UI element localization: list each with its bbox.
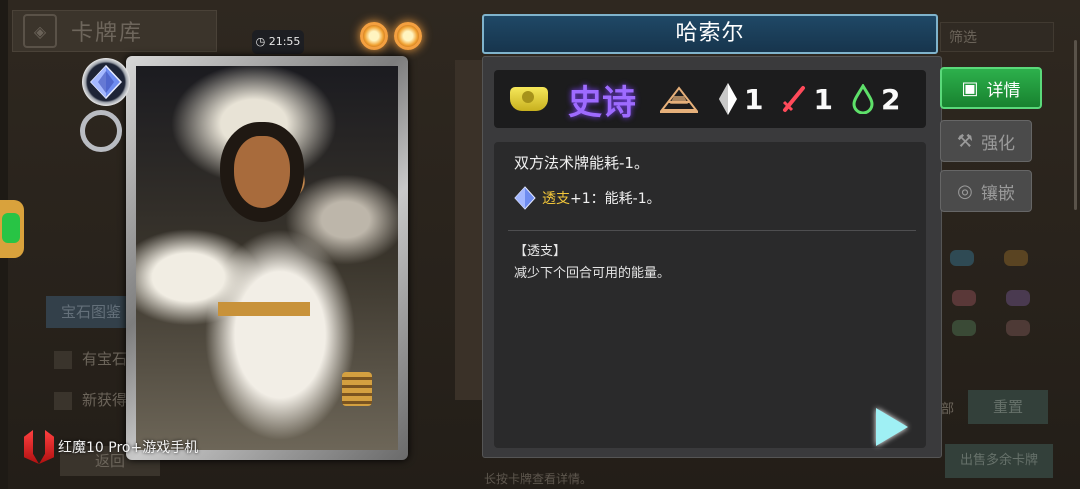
filter-type-icon[interactable] xyxy=(1006,290,1030,306)
enhance-label: 强化 xyxy=(981,133,1016,154)
floating-chat-button[interactable] xyxy=(0,200,24,258)
effect-text: 双方法术牌能耗-1。 xyxy=(514,154,649,172)
glossary-body: 减少下个回合可用的能量。 xyxy=(514,266,671,281)
library-title: 卡牌库 xyxy=(71,21,144,46)
gem-keyword: 透支 xyxy=(542,191,570,207)
detail-icon: ▣ xyxy=(961,77,979,99)
drop-icon xyxy=(852,84,874,114)
card-description: 双方法术牌能耗-1。 透支 +1：能耗-1。 【透支】 减少下个回合可用的能量。 xyxy=(494,142,926,448)
attack-stat: 1 xyxy=(781,82,833,116)
gem-icon xyxy=(90,65,122,99)
drop-stat: 2 xyxy=(851,83,900,116)
reset-button[interactable]: 重置 xyxy=(968,390,1048,424)
energy-orb-icon xyxy=(394,22,422,50)
inlay-button[interactable]: ◎ 镶嵌 xyxy=(940,170,1032,212)
glossary-title: 【透支】 xyxy=(514,244,567,259)
gem-slot-empty[interactable] xyxy=(80,110,122,152)
card-art xyxy=(136,66,398,450)
card-grid-column xyxy=(455,60,485,400)
divider xyxy=(508,230,916,231)
play-icon[interactable] xyxy=(876,408,908,446)
cost-value: 1 xyxy=(744,82,764,116)
gem-catalog-tab[interactable]: 宝石图鉴 xyxy=(46,296,136,328)
enhance-button[interactable]: ⚒ 强化 xyxy=(940,120,1032,162)
energy-orb-icon xyxy=(360,22,388,50)
new-label: 新获得 xyxy=(82,391,128,409)
scrollbar[interactable] xyxy=(1074,40,1077,210)
has-gem-label: 有宝石 xyxy=(82,350,128,368)
filter-type-icon[interactable] xyxy=(1006,320,1030,336)
clock-badge: ◷ 21:55 xyxy=(252,30,304,54)
checkbox-box xyxy=(54,350,72,369)
character-bracelet xyxy=(342,372,372,406)
detail-label: 详情 xyxy=(986,80,1021,101)
checkbox-box xyxy=(54,391,72,410)
has-gem-checkbox[interactable]: 有宝石 xyxy=(46,342,136,376)
library-logo-icon: ◈ xyxy=(23,14,57,48)
detail-button[interactable]: ▣ 详情 xyxy=(940,67,1042,109)
redmagic-logo-icon xyxy=(24,430,54,464)
card-illustration xyxy=(126,56,408,460)
reset-label: 重置 xyxy=(992,398,1023,416)
attack-value: 1 xyxy=(813,82,833,116)
gem-icon xyxy=(514,186,536,210)
drop-value: 2 xyxy=(880,82,901,116)
filter-type-icon[interactable] xyxy=(952,320,976,336)
filter-input[interactable]: 筛选 xyxy=(940,22,1054,52)
character-head xyxy=(234,136,290,208)
pyramid-icon xyxy=(659,86,699,113)
library-header: ◈ 卡牌库 xyxy=(12,10,217,52)
rarity-label: 史诗 xyxy=(568,82,636,123)
enhance-icon: ⚒ xyxy=(956,130,974,152)
crystal-icon xyxy=(719,83,737,115)
sell-extra-button[interactable]: 出售多余卡牌 xyxy=(945,444,1053,478)
gem-effect-line: 透支 +1：能耗-1。 xyxy=(514,186,661,210)
energy-orbs xyxy=(360,22,428,54)
rarity-gem-icon xyxy=(510,87,548,111)
dagger-icon xyxy=(783,86,806,112)
cost-stat: 1 xyxy=(718,82,763,116)
gem-slot-filled[interactable] xyxy=(82,58,130,106)
watermark-text: 红魔10 Pro+游戏手机 xyxy=(58,440,199,456)
new-checkbox[interactable]: 新获得 xyxy=(46,383,136,417)
card-name: 哈索尔 xyxy=(482,14,938,54)
chat-icon xyxy=(2,213,20,243)
card-stats-bar: 史诗 1 1 2 xyxy=(494,70,926,128)
inlay-icon: ◎ xyxy=(957,180,973,202)
filter-type-icon[interactable] xyxy=(952,290,976,306)
device-watermark: 红魔10 Pro+游戏手机 xyxy=(24,430,198,464)
gem-effect: +1：能耗-1。 xyxy=(570,191,661,207)
filter-gem-icon[interactable] xyxy=(950,250,974,266)
filter-gem-icon[interactable] xyxy=(1004,250,1028,266)
inlay-label: 镶嵌 xyxy=(980,183,1015,204)
hint-text: 长按卡牌查看详情。 xyxy=(484,472,593,486)
character-belt xyxy=(218,302,310,316)
clock-time: 21:55 xyxy=(268,35,301,48)
